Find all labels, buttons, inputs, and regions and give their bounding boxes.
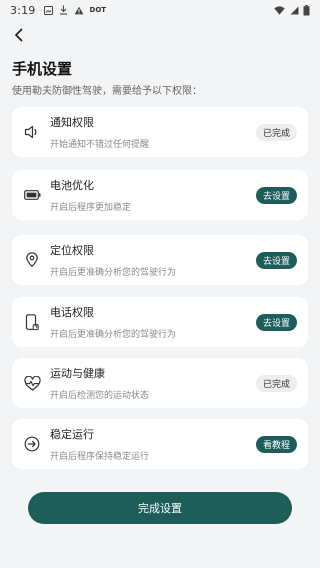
gallery-notification-icon [43,5,53,15]
download-notification-icon [59,5,67,15]
permission-desc: 开启后检测您的运动状态 [50,391,150,401]
permission-card-notification: 通知权限 开始通知不错过任何提醒 已完成 [12,107,308,157]
wifi-icon [274,5,285,15]
status-bar: 3:19 DOT [0,0,320,20]
permission-desc: 开启后程序更加稳定 [50,203,132,213]
permission-desc: 开始通知不错过任何提醒 [50,140,150,150]
permission-desc: 开启后更准确分析您的驾驶行为 [50,268,177,278]
back-button[interactable] [8,24,30,46]
alert-notification-icon [74,6,83,14]
permission-title: 运动与健康 [50,367,105,380]
permission-title: 稳定运行 [50,428,94,441]
page-subtitle: 使用勒夫防御性驾驶，需要给予以下权限： [12,86,202,97]
location-pin-icon [14,252,50,268]
permission-card-phone: 电话权限 开启后更准确分析您的驾驶行为 去设置 [12,297,308,347]
permission-desc: 开启后更准确分析您的驾驶行为 [50,330,177,340]
permission-title: 电池优化 [50,179,94,192]
go-settings-button[interactable]: 去设置 [255,186,297,204]
battery-status-icon [303,4,310,15]
permission-title: 电话权限 [50,306,94,319]
permission-status-button[interactable]: 已完成 [255,374,297,392]
battery-icon [14,190,50,200]
phone-icon [14,313,50,331]
permission-card-stability: 稳定运行 开启后程序保持稳定运行 看教程 [12,419,308,469]
system-icons [274,4,310,16]
permission-title: 定位权限 [50,244,94,257]
speaker-icon [14,125,50,139]
heart-pulse-icon [14,375,50,391]
permission-title: 通知权限 [50,116,94,129]
dot-app-label: DOT [89,6,107,14]
view-tutorial-button[interactable]: 看教程 [255,435,297,453]
permission-card-location: 定位权限 开启后更准确分析您的驾驶行为 去设置 [12,235,308,285]
notification-icons: DOT [43,5,107,15]
permission-desc: 开启后程序保持稳定运行 [50,452,150,462]
signal-icon [290,6,299,14]
go-settings-button[interactable]: 去设置 [255,251,297,269]
arrow-circle-icon [14,436,50,452]
status-time: 3:19 [10,3,36,17]
chevron-left-icon [15,28,23,42]
finish-settings-button[interactable]: 完成设置 [28,492,292,524]
permission-card-health: 运动与健康 开启后检测您的运动状态 已完成 [12,358,308,408]
page-title: 手机设置 [12,60,73,78]
permission-status-button[interactable]: 已完成 [255,123,297,141]
permission-card-battery: 电池优化 开启后程序更加稳定 去设置 [12,170,308,220]
go-settings-button[interactable]: 去设置 [255,313,297,331]
